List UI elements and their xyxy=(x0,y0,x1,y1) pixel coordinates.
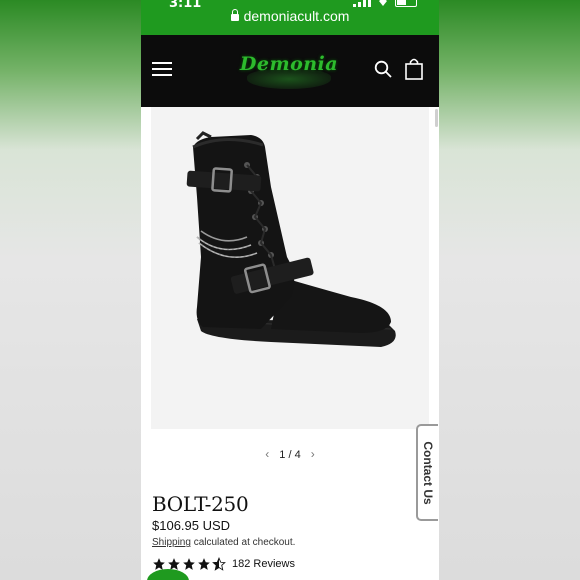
next-image-icon[interactable]: › xyxy=(311,447,315,461)
logo-text: Demonia xyxy=(239,53,339,75)
product-image-frame[interactable] xyxy=(151,107,429,429)
scrollbar[interactable] xyxy=(435,109,438,127)
half-star-icon xyxy=(212,557,226,571)
star-icon xyxy=(183,558,195,570)
mobile-screen: 3:11 demoniacult.com Demonia ‹ 1 / 4 › B… xyxy=(141,0,439,580)
lock-icon xyxy=(230,9,239,21)
url-text: demoniacult.com xyxy=(243,8,350,24)
search-icon[interactable] xyxy=(374,60,392,78)
address-bar[interactable]: demoniacult.com xyxy=(141,8,439,24)
product-title: BOLT-250 xyxy=(152,492,249,516)
star-icon xyxy=(198,558,210,570)
review-count[interactable]: 182 Reviews xyxy=(232,558,295,570)
shipping-link[interactable]: Shipping xyxy=(152,537,191,548)
pager-current: 1 xyxy=(279,449,286,461)
status-bar: 3:11 demoniacult.com xyxy=(141,0,439,35)
site-header: Demonia xyxy=(141,35,439,107)
boot-image xyxy=(186,131,396,347)
shopping-bag-icon[interactable] xyxy=(404,58,424,80)
background-right xyxy=(439,0,580,580)
wifi-icon xyxy=(379,0,387,6)
hamburger-icon[interactable] xyxy=(152,62,172,76)
prev-image-icon[interactable]: ‹ xyxy=(265,447,269,461)
battery-icon xyxy=(395,0,417,7)
site-logo[interactable]: Demonia xyxy=(229,47,349,95)
pager-total: 4 xyxy=(294,449,301,461)
pager-separator: / xyxy=(288,449,292,461)
shipping-text: calculated at checkout. xyxy=(190,537,296,548)
signal-icon xyxy=(353,0,371,7)
shipping-note: Shipping calculated at checkout. xyxy=(152,537,295,548)
product-price: $106.95 USD xyxy=(152,518,231,533)
status-icons xyxy=(353,0,417,7)
contact-us-tab[interactable]: Contact Us xyxy=(416,424,438,521)
image-pager: ‹ 1 / 4 › xyxy=(141,447,439,461)
contact-us-label: Contact Us xyxy=(421,440,435,505)
background-left xyxy=(0,0,141,580)
